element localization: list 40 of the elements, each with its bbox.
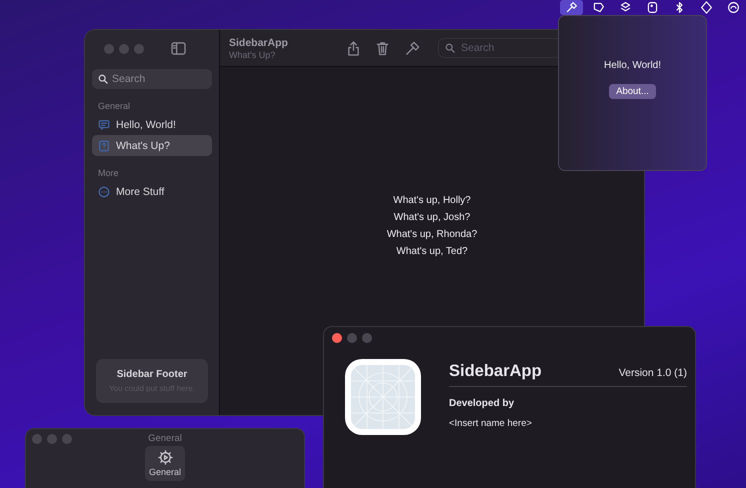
footer-title: Sidebar Footer [116,369,188,380]
greeting-text: What's up, Rhonda? [386,229,478,240]
menu-bar-item[interactable] [560,0,583,15]
window-title: SidebarApp [229,36,289,48]
diamond-icon [700,1,713,14]
question-box-icon [98,140,110,152]
sidebar-section-header: More [98,168,120,178]
greeting-text: What's up, Ted? [396,246,468,257]
hammer-icon[interactable] [405,40,420,56]
close-window-button[interactable] [332,333,342,343]
search-icon [445,43,455,53]
cloud-logo-icon [727,1,740,14]
share-icon[interactable] [347,40,360,56]
window-subtitle: What's Up? [229,50,276,60]
greeting-text: What's up, Holly? [393,195,471,206]
developed-by-label: Developed by [449,398,516,409]
sidebar-item[interactable]: Hello, World! [92,114,212,135]
developer-name: <Insert name here> [449,418,533,429]
app-name: SidebarApp [449,362,542,381]
sidebar-item[interactable]: What's Up? [92,135,212,156]
version-text: Version 1.0 (1) [618,367,687,379]
sidebar-toggle-icon[interactable] [171,42,186,55]
app-icon [345,359,421,435]
trash-icon[interactable] [376,40,389,56]
message-icon [98,118,110,130]
settings-tab[interactable]: General [144,446,186,481]
ellipsis-circle-icon [98,186,110,198]
rounded-square-icon [646,1,659,14]
layers-icon [619,1,632,14]
search-icon [98,74,108,84]
sidebar-section-header: General [98,101,132,111]
gear-icon [158,450,172,465]
hammer-icon [565,1,578,14]
search-field[interactable]: Search [92,69,212,89]
sidebar-item[interactable]: More Stuff [92,181,212,202]
tag-icon [592,1,605,14]
window-title: General [148,433,182,444]
popover-message: Hello, World! [604,60,662,70]
greeting-text: What's up, Josh? [394,212,470,223]
about-button[interactable]: About... [609,84,656,98]
